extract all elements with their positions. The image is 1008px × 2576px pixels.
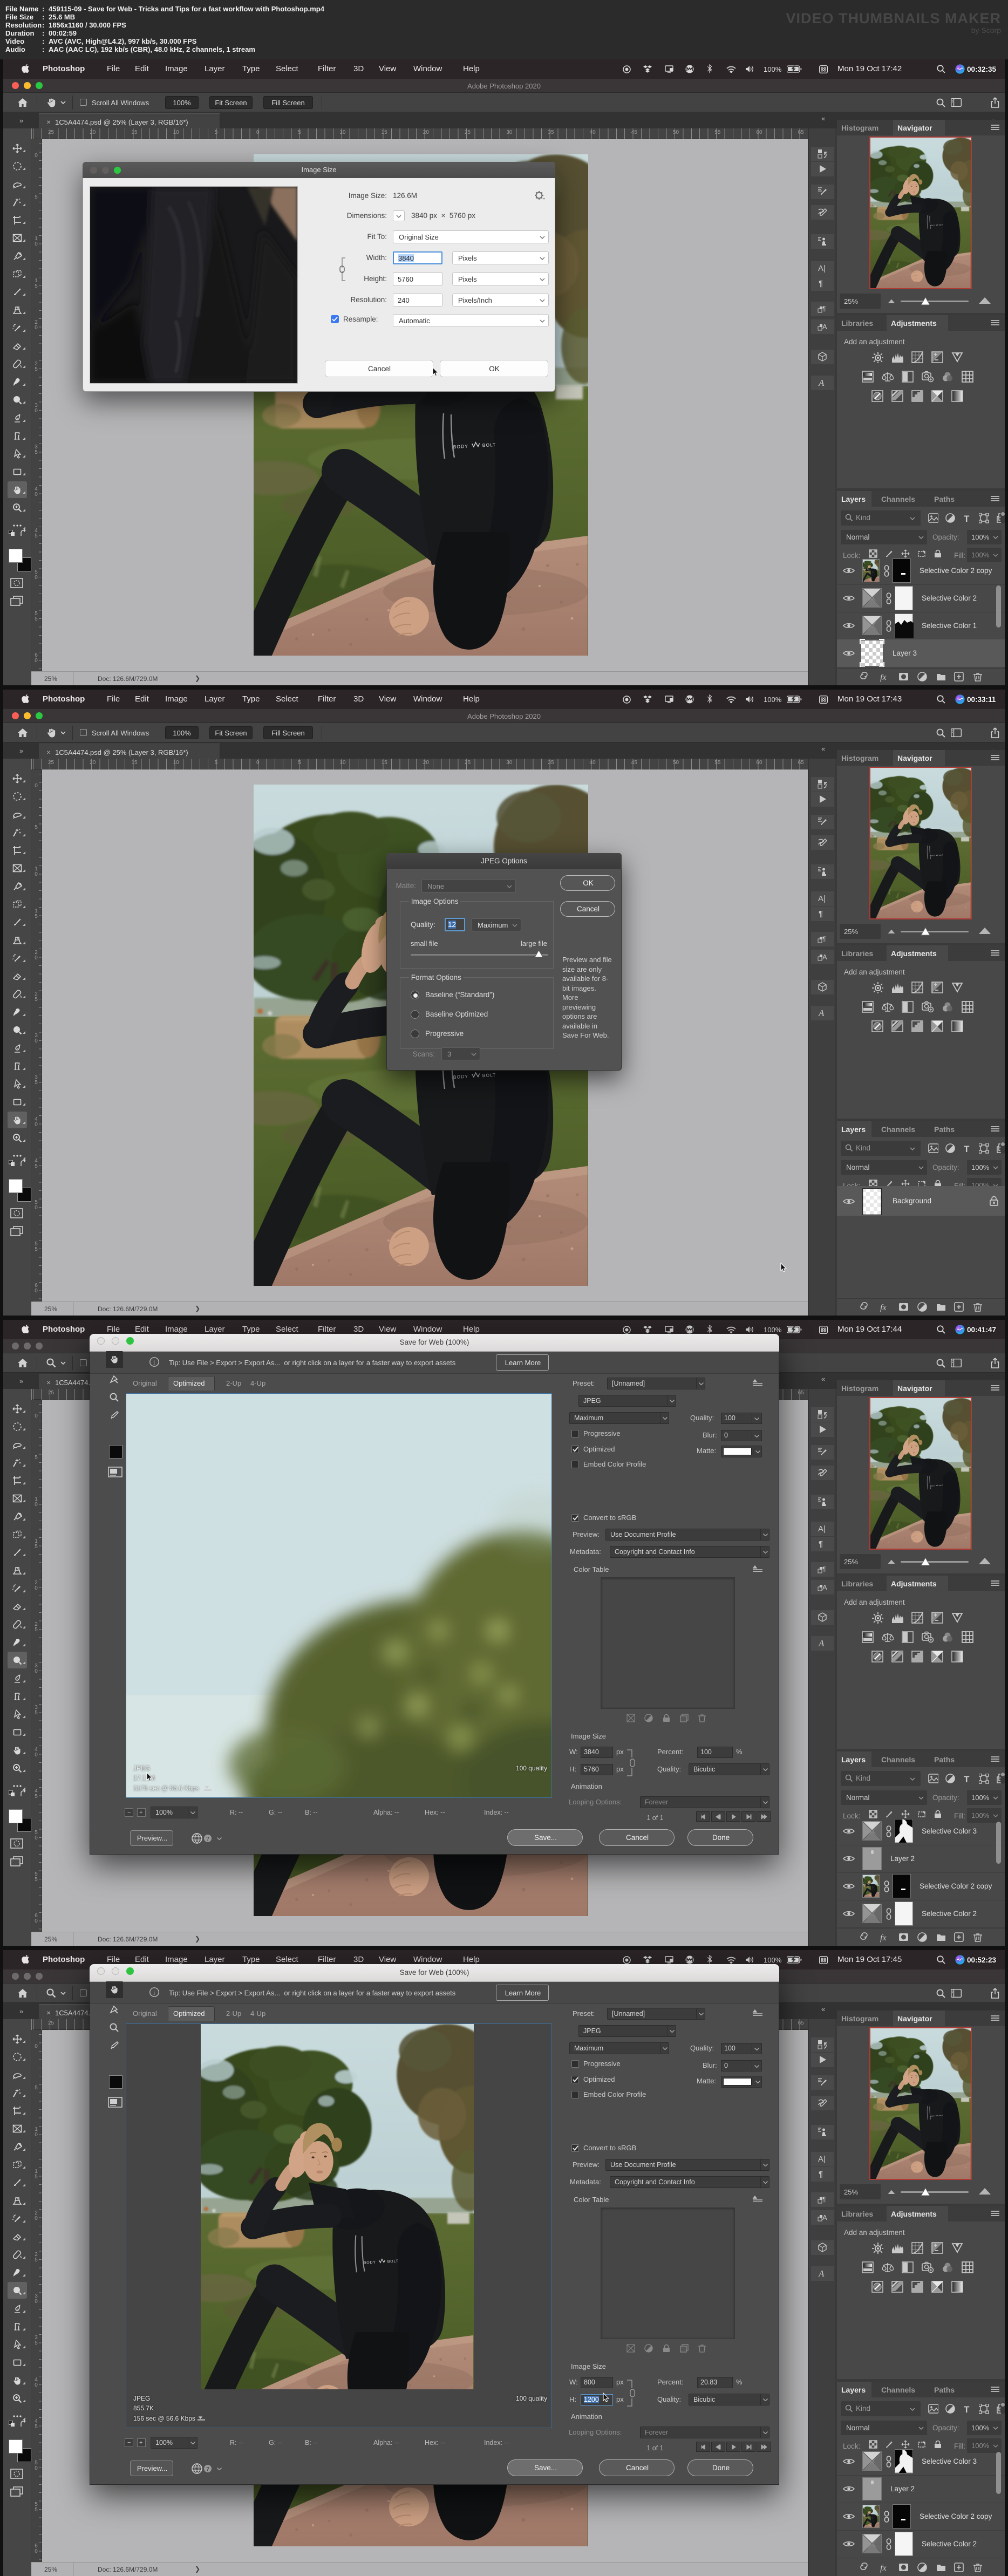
svg-text:T: T	[964, 2404, 970, 2414]
svg-text:A: A	[818, 1638, 825, 1648]
svg-text:¶: ¶	[822, 305, 826, 312]
svg-text:¶: ¶	[822, 1565, 826, 1573]
svg-text:i: i	[153, 1989, 155, 1996]
svg-text:A: A	[818, 378, 825, 387]
svg-text:A: A	[822, 1583, 827, 1591]
svg-text:¶: ¶	[819, 2170, 823, 2179]
svg-text:fx: fx	[880, 2564, 887, 2573]
svg-text:i: i	[153, 1359, 155, 1366]
svg-text:¶: ¶	[819, 909, 823, 918]
svg-text:¶: ¶	[822, 935, 826, 943]
svg-text:T: T	[964, 514, 970, 523]
svg-text:A: A	[822, 953, 827, 961]
svg-text:¶: ¶	[819, 279, 823, 288]
svg-text:A: A	[822, 2213, 827, 2221]
svg-text:A|: A|	[818, 1524, 826, 1534]
svg-text:fx: fx	[880, 1303, 887, 1312]
svg-text:A|: A|	[818, 2155, 826, 2164]
svg-text:?: ?	[206, 2466, 209, 2472]
svg-text:T: T	[964, 1144, 970, 1154]
svg-text:A: A	[822, 323, 827, 331]
svg-text:A: A	[818, 1008, 825, 1018]
svg-text:?: ?	[206, 1836, 209, 1842]
svg-text:fx: fx	[880, 1933, 887, 1943]
svg-text:T: T	[964, 1774, 970, 1784]
svg-text:¶: ¶	[822, 2196, 826, 2203]
svg-text:fx: fx	[880, 673, 887, 682]
svg-text:A: A	[818, 2268, 825, 2278]
svg-text:A|: A|	[818, 894, 826, 903]
svg-text:¶: ¶	[819, 1539, 823, 1549]
svg-text:A|: A|	[818, 264, 826, 273]
